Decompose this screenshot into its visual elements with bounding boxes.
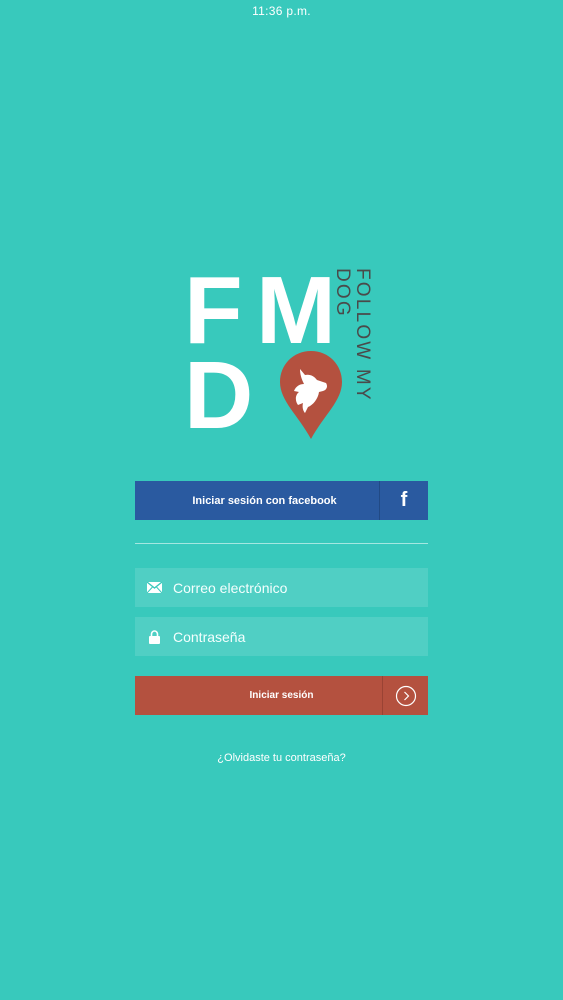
login-button-label: Iniciar sesión <box>249 690 314 701</box>
forgot-password-link[interactable]: ¿Olvidaste tu contraseña? <box>0 752 563 764</box>
logo-letter-d: D <box>184 342 254 449</box>
status-bar: 11:36 p.m. <box>0 0 563 22</box>
login-button[interactable]: Iniciar sesión <box>135 676 428 715</box>
chevron-right-circle-icon <box>383 676 428 715</box>
separator-line <box>135 543 428 544</box>
facebook-login-button[interactable]: Iniciar sesión con facebook f <box>135 481 428 520</box>
logo-letter-m: M <box>256 257 336 364</box>
facebook-icon: f <box>400 489 408 511</box>
facebook-login-label: Iniciar sesión con facebook <box>192 494 337 507</box>
dog-pin-icon <box>280 351 342 439</box>
email-field[interactable] <box>135 568 428 607</box>
status-time: 11:36 p.m. <box>252 4 311 18</box>
app-logo: F M D FOLLOW MY DOG <box>184 257 378 446</box>
envelope-icon <box>135 582 173 593</box>
password-input[interactable] <box>173 617 428 656</box>
password-field[interactable] <box>135 617 428 656</box>
logo-tagline: FOLLOW MY DOG <box>332 268 373 402</box>
email-input[interactable] <box>173 568 428 607</box>
lock-icon <box>135 629 173 644</box>
